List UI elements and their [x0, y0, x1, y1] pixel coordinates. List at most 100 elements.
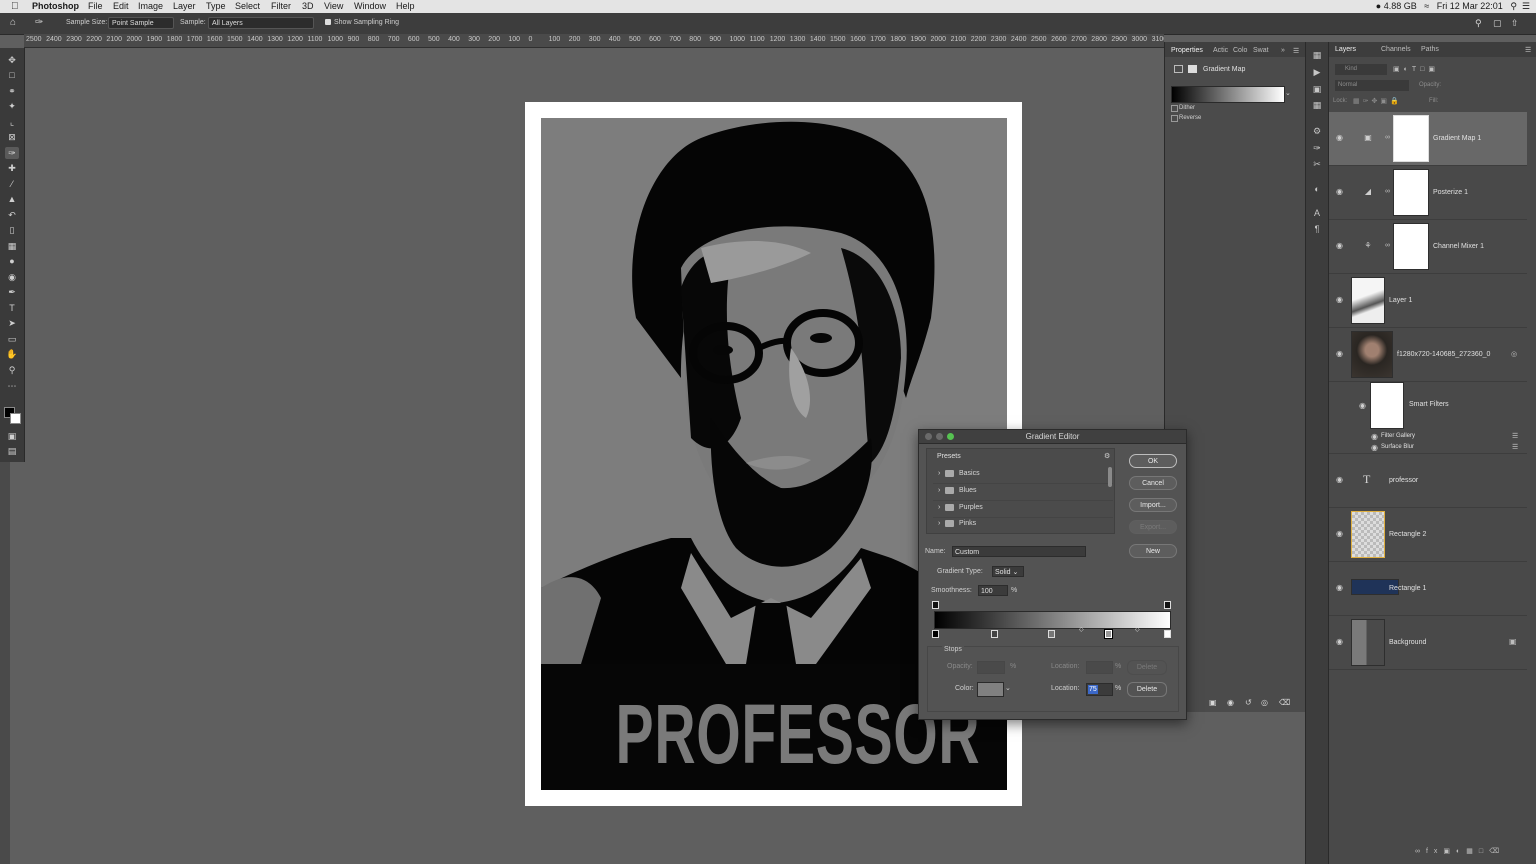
color-location-input[interactable]: 75	[1086, 683, 1113, 696]
layer-thumbnail[interactable]	[1351, 619, 1385, 666]
menu-help[interactable]: Help	[396, 1, 415, 11]
reset-icon[interactable]: ↺	[1245, 698, 1252, 707]
preset-folder-pinks[interactable]: › Pinks	[933, 517, 1113, 534]
rectangle-tool-icon[interactable]: ▭	[5, 333, 19, 345]
color-stop-selected[interactable]	[1104, 629, 1113, 639]
lock-icon[interactable]: ▣	[1509, 637, 1517, 646]
chevron-down-icon[interactable]: ⌄	[1005, 684, 1011, 692]
layer-row-posterize[interactable]: ◉ ◢ ∞ Posterize 1	[1329, 166, 1527, 220]
color-stop[interactable]	[991, 630, 998, 638]
screen-mode-icon[interactable]: ▤	[5, 445, 19, 457]
minimize-icon[interactable]	[936, 433, 943, 440]
color-stop[interactable]	[932, 630, 939, 638]
menu-file[interactable]: File	[88, 1, 103, 11]
tab-color[interactable]: Colo	[1233, 47, 1247, 54]
opacity-stop-right[interactable]	[1164, 601, 1171, 609]
history-panel-icon[interactable]: ▦	[1311, 50, 1323, 60]
history-brush-tool-icon[interactable]: ↶	[5, 209, 19, 221]
menu-filter[interactable]: Filter	[271, 1, 291, 11]
visibility-eye-icon[interactable]: ◉	[1359, 402, 1367, 410]
visibility-eye-icon[interactable]: ◉	[1336, 296, 1344, 304]
ok-button[interactable]: OK	[1129, 454, 1177, 468]
menu-select[interactable]: Select	[235, 1, 260, 11]
menu-window[interactable]: Window	[354, 1, 386, 11]
eyedropper-preset-icon[interactable]: ✑	[35, 17, 43, 28]
new-button[interactable]: New	[1129, 544, 1177, 558]
presets-scrollbar[interactable]	[1108, 467, 1112, 487]
layer-name[interactable]: professor	[1389, 477, 1418, 484]
eraser-tool-icon[interactable]: ▯	[5, 224, 19, 236]
spotlight-icon[interactable]: ⚲	[1510, 1, 1517, 11]
layer-row-smart-filters[interactable]: ◉ Smart Filters	[1329, 382, 1527, 434]
gradient-name-input[interactable]: Custom	[952, 546, 1086, 557]
layer-row-background[interactable]: ◉ Background ▣	[1329, 616, 1527, 670]
stop-color-swatch[interactable]	[977, 682, 1004, 697]
layer-mask-thumbnail[interactable]	[1393, 115, 1429, 162]
control-center-icon[interactable]: ☰	[1522, 1, 1530, 11]
gradient-tool-icon[interactable]: ▦	[5, 240, 19, 252]
brush-tool-icon[interactable]: ⁄	[5, 178, 19, 190]
layer-row-rectangle1[interactable]: ◉ Rectangle 1	[1329, 562, 1527, 616]
healing-brush-tool-icon[interactable]: ✚	[5, 162, 19, 174]
gradient-preview[interactable]	[1171, 86, 1285, 103]
midpoint-diamond[interactable]: ◇	[1079, 626, 1084, 633]
layer-name[interactable]: Rectangle 1	[1389, 585, 1426, 592]
panel-collapse-icon[interactable]: »	[1281, 47, 1285, 54]
lock-icons[interactable]: ▦✑✥▣🔒	[1353, 97, 1402, 105]
zoom-window-icon[interactable]	[947, 433, 954, 440]
filter-row-filter-gallery[interactable]: ◉ Filter Gallery ☰	[1329, 431, 1527, 442]
cancel-button[interactable]: Cancel	[1129, 476, 1177, 490]
visibility-eye-icon[interactable]: ◉	[1336, 242, 1344, 250]
tab-channels[interactable]: Channels	[1381, 46, 1411, 53]
sampling-ring-checkbox[interactable]	[325, 19, 331, 25]
layer-filter-kind[interactable]: Kind	[1335, 64, 1387, 75]
view-previous-icon[interactable]: ◉	[1227, 698, 1234, 707]
panel-menu-icon[interactable]: ☰	[1293, 47, 1299, 55]
move-tool-icon[interactable]: ✥	[5, 54, 19, 66]
layer-row-rectangle2[interactable]: ◉ Rectangle 2	[1329, 508, 1527, 562]
swatches-panel-icon[interactable]: ▦	[1311, 100, 1323, 110]
apple-icon[interactable]: 	[11, 1, 19, 12]
reverse-checkbox[interactable]	[1171, 115, 1178, 122]
preset-folder-purples[interactable]: › Purples	[933, 500, 1113, 518]
visibility-eye-icon[interactable]: ◉	[1336, 530, 1344, 538]
menu-3d[interactable]: 3D	[302, 1, 314, 11]
menu-type[interactable]: Type	[206, 1, 226, 11]
tab-layers[interactable]: Layers	[1335, 46, 1356, 53]
menu-app-name[interactable]: Photoshop	[32, 1, 79, 11]
gradient-type-select[interactable]: Solid ⌄	[992, 566, 1024, 577]
share-icon[interactable]: ⇧	[1511, 18, 1519, 29]
layers-footer-icons[interactable]: ∞fx▣◐▦□⌫	[1415, 847, 1505, 855]
tab-paths[interactable]: Paths	[1421, 46, 1439, 53]
search-icon[interactable]: ⚲	[1475, 18, 1482, 29]
color-stop[interactable]	[1048, 630, 1055, 638]
layer-name[interactable]: Posterize 1	[1433, 189, 1468, 196]
clip-to-layer-icon[interactable]: ▣	[1209, 698, 1217, 707]
delete-adjustment-icon[interactable]: ⌫	[1279, 698, 1290, 707]
more-tools-icon[interactable]: ⋯	[5, 380, 19, 392]
preset-folder-basics[interactable]: › Basics	[933, 466, 1113, 484]
layer-name[interactable]: Channel Mixer 1	[1433, 243, 1484, 250]
filter-name[interactable]: Surface Blur	[1381, 444, 1414, 450]
layer-thumbnail[interactable]	[1351, 331, 1393, 378]
styles-panel-icon[interactable]: ◐	[1311, 184, 1323, 194]
layer-row-layer1[interactable]: ◉ Layer 1	[1329, 274, 1527, 328]
zoom-tool-icon[interactable]: ⚲	[5, 364, 19, 376]
link-chain-icon[interactable]: ∞	[1385, 188, 1390, 195]
layer-row-photo[interactable]: ◉ f1280x720-140685_272360_0 ◎	[1329, 328, 1527, 382]
type-tool-icon[interactable]: T	[5, 302, 19, 314]
visibility-eye-icon[interactable]: ◉	[1371, 433, 1379, 441]
layer-mask-thumbnail[interactable]	[1393, 223, 1429, 270]
import-button[interactable]: Import...	[1129, 498, 1177, 512]
visibility-eye-icon[interactable]: ◉	[1336, 584, 1344, 592]
path-selection-tool-icon[interactable]: ➤	[5, 317, 19, 329]
midpoint-diamond[interactable]: ◇	[1135, 626, 1140, 633]
preset-folder-blues[interactable]: › Blues	[933, 483, 1113, 501]
blend-mode-select[interactable]: Normal	[1335, 80, 1409, 91]
tab-actions[interactable]: Actic	[1213, 47, 1228, 54]
layer-name[interactable]: Gradient Map 1	[1433, 135, 1481, 142]
link-chain-icon[interactable]: ∞	[1385, 134, 1390, 141]
marquee-tool-icon[interactable]: □	[5, 69, 19, 81]
layer-name[interactable]: Rectangle 2	[1389, 531, 1426, 538]
layer-name[interactable]: Layer 1	[1389, 297, 1412, 304]
